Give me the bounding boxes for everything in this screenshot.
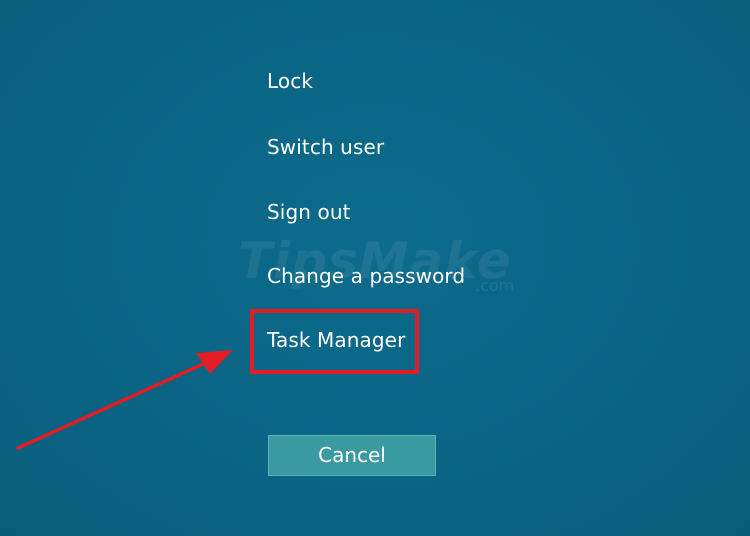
- watermark-suffix: .com: [475, 276, 515, 295]
- cancel-button[interactable]: Cancel: [268, 435, 436, 476]
- highlight-box: [250, 309, 419, 374]
- menu-item-change-password[interactable]: Change a password: [267, 263, 465, 289]
- menu-item-lock[interactable]: Lock: [267, 68, 313, 94]
- menu-item-switch-user[interactable]: Switch user: [267, 134, 384, 160]
- security-options-screen: TipsMake .com Lock Switch user Sign out …: [0, 0, 750, 536]
- menu-item-sign-out[interactable]: Sign out: [267, 199, 351, 225]
